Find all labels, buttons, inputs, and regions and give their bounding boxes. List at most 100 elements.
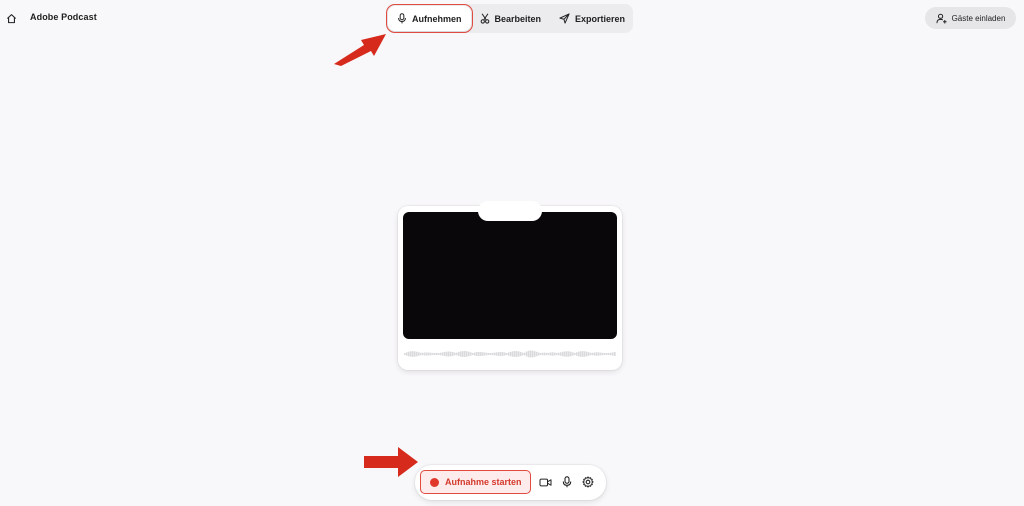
waveform-bar [490, 352, 492, 356]
waveform-bar [566, 351, 568, 357]
microphone-icon [398, 13, 406, 24]
waveform-bar [470, 352, 472, 356]
waveform-bar [498, 352, 500, 356]
waveform-bar [428, 352, 430, 356]
camera-notch [478, 201, 542, 221]
waveform-bar [518, 351, 520, 357]
waveform-bar [404, 353, 406, 355]
waveform-bar [446, 351, 448, 357]
waveform-bar [580, 351, 582, 357]
waveform-bar [522, 352, 524, 356]
waveform-bar [510, 351, 512, 357]
waveform-bar [556, 352, 558, 356]
waveform-bar [528, 350, 530, 358]
waveform-bar [588, 352, 590, 356]
waveform-bar [442, 352, 444, 356]
waveform-bar [586, 351, 588, 357]
waveform-bar [544, 352, 546, 356]
waveform-bar [604, 352, 606, 356]
waveform-bar [598, 352, 600, 356]
annotation-arrow-bottom [364, 447, 418, 477]
waveform-bar [422, 352, 424, 356]
waveform-bar [614, 352, 616, 356]
microphone-toggle[interactable] [559, 474, 575, 490]
settings-icon [582, 476, 594, 488]
waveform-bar [570, 351, 572, 357]
waveform-bar [602, 352, 604, 356]
waveform-bar [416, 351, 418, 357]
waveform-bar [408, 351, 410, 357]
waveform-bar [454, 352, 456, 356]
waveform-bar [606, 352, 608, 356]
waveform-bar [548, 352, 550, 356]
home-button[interactable] [4, 11, 18, 25]
waveform-bar [526, 351, 528, 357]
waveform-bar [506, 352, 508, 356]
microphone-icon [562, 476, 572, 488]
waveform-bar [492, 352, 494, 356]
waveform-bar [480, 351, 482, 357]
waveform-bar [420, 352, 422, 356]
waveform-bar [418, 352, 420, 356]
waveform-bar [560, 352, 562, 356]
send-icon [559, 13, 570, 24]
waveform-bar [576, 352, 578, 356]
waveform-bar [584, 351, 586, 357]
waveform-bar [488, 352, 490, 356]
waveform-bar [552, 352, 554, 356]
waveform-bar [558, 352, 560, 356]
top-bar: Adobe Podcast Aufnehmen Bearbeiten Expor… [0, 0, 1024, 36]
waveform-bar [600, 352, 602, 356]
waveform-bar [450, 351, 452, 357]
tab-exportieren[interactable]: Exportieren [550, 6, 634, 31]
waveform-bar [568, 351, 570, 357]
waveform-bar [434, 352, 436, 356]
tab-bearbeiten[interactable]: Bearbeiten [471, 6, 551, 31]
waveform-bar [520, 351, 522, 357]
annotation-arrow-top [334, 34, 386, 66]
waveform-bar [504, 352, 506, 356]
waveform-bar [562, 351, 564, 357]
waveform-bar [460, 351, 462, 357]
video-preview [403, 212, 617, 339]
waveform-bar [524, 352, 526, 356]
camera-toggle[interactable] [537, 474, 553, 490]
tab-aufnehmen[interactable]: Aufnehmen [386, 4, 473, 33]
waveform-bar [494, 352, 496, 356]
record-dot-icon [430, 477, 439, 487]
add-user-icon [935, 13, 947, 23]
waveform-bar [554, 352, 556, 356]
waveform-bar [534, 351, 536, 357]
waveform-bar [592, 352, 594, 356]
invite-guests-button[interactable]: Gäste einladen [925, 7, 1016, 29]
waveform-bar [596, 352, 598, 356]
waveform-bar [476, 352, 478, 356]
waveform-bar [540, 352, 542, 356]
waveform-bar [440, 352, 442, 356]
waveform-bar [496, 352, 498, 356]
waveform-bar [426, 352, 428, 356]
waveform-bar [466, 351, 468, 357]
waveform-bar [532, 350, 534, 358]
waveform-bar [502, 352, 504, 356]
waveform-bar [472, 352, 474, 356]
waveform-bar [406, 352, 408, 356]
waveform-bar [410, 351, 412, 357]
tab-label: Exportieren [575, 13, 626, 24]
settings-button[interactable] [580, 474, 596, 490]
start-recording-button[interactable]: Aufnahme starten [420, 470, 531, 494]
waveform-bar [424, 352, 426, 356]
waveform-bar [508, 352, 510, 356]
waveform-bar [608, 352, 610, 356]
waveform-bar [514, 351, 516, 357]
waveform-bar [474, 352, 476, 356]
mode-switcher: Aufnehmen Bearbeiten Exportieren [386, 4, 633, 33]
recording-controls: Aufnahme starten [415, 465, 606, 500]
waveform-bar [430, 352, 432, 356]
video-preview-card [398, 201, 622, 370]
waveform-bar [486, 352, 488, 356]
waveform-bar [464, 351, 466, 357]
waveform-bar [444, 351, 446, 357]
waveform-bar [438, 352, 440, 356]
waveform-bar [538, 352, 540, 356]
